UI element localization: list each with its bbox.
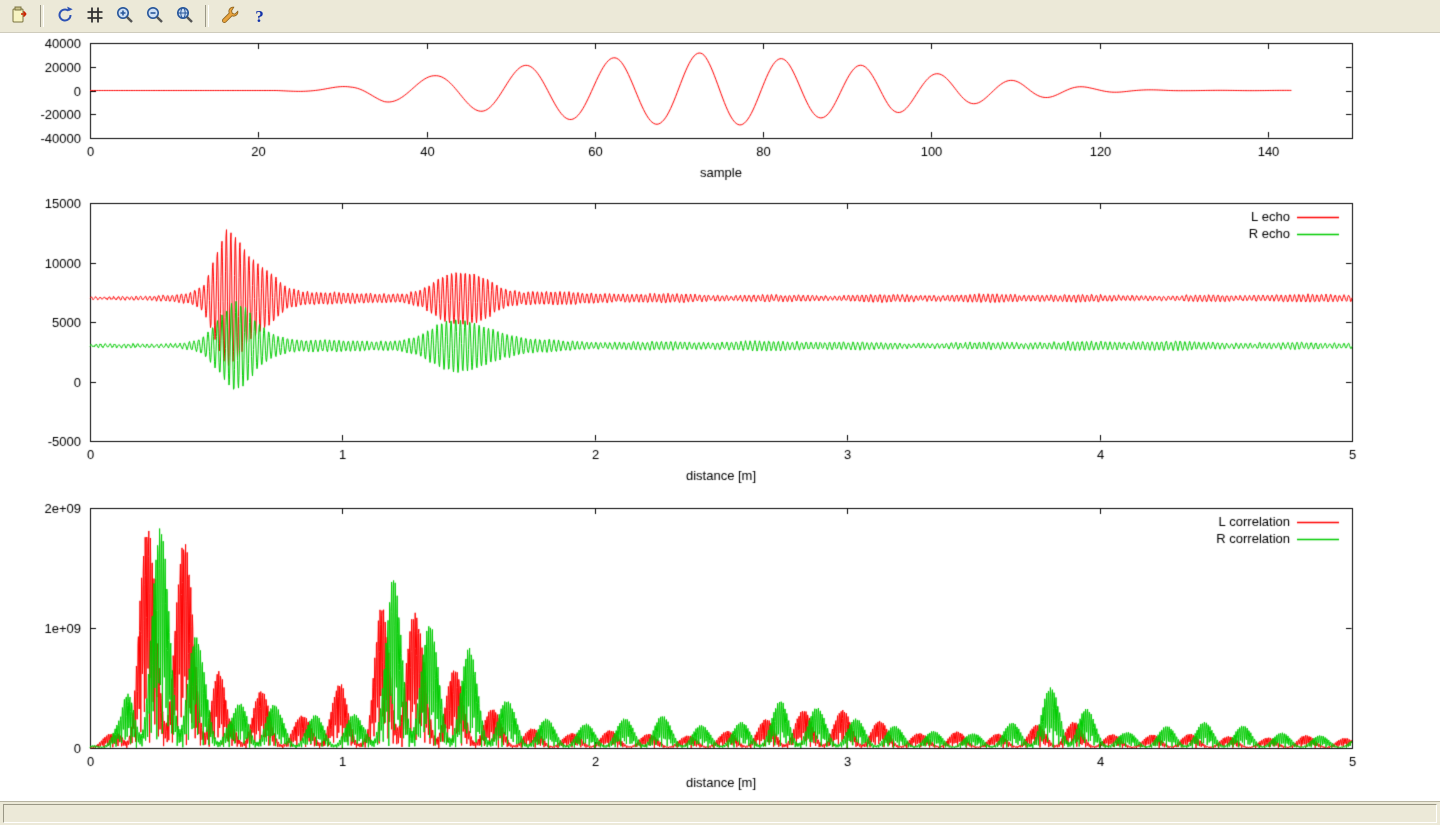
zoom-out-icon [145, 5, 165, 28]
zoom-reset-icon [175, 5, 195, 28]
correlation-chart-canvas[interactable] [0, 496, 1440, 801]
status-text [3, 804, 1437, 823]
replot-icon [55, 5, 75, 28]
zoom-in-button[interactable] [111, 4, 138, 29]
grid-toggle-button[interactable] [81, 4, 108, 29]
zoom-out-button[interactable] [141, 4, 168, 29]
toolbar-separator [40, 5, 44, 27]
grid-icon [85, 5, 105, 28]
help-icon: ? [255, 8, 264, 25]
plot-area [0, 33, 1440, 801]
gnuplot-window: ? [0, 0, 1440, 825]
wrench-icon [220, 5, 240, 28]
settings-button[interactable] [216, 4, 243, 29]
copy-plot-icon [10, 5, 30, 28]
zoom-reset-button[interactable] [171, 4, 198, 29]
status-bar [0, 801, 1440, 825]
toolbar: ? [0, 0, 1440, 33]
echo-chart-canvas[interactable] [0, 188, 1440, 496]
replot-button[interactable] [51, 4, 78, 29]
pulse-chart-canvas[interactable] [0, 33, 1440, 188]
zoom-in-icon [115, 5, 135, 28]
copy-plot-button[interactable] [6, 4, 33, 29]
toolbar-separator [205, 5, 209, 27]
help-button[interactable]: ? [246, 4, 273, 29]
